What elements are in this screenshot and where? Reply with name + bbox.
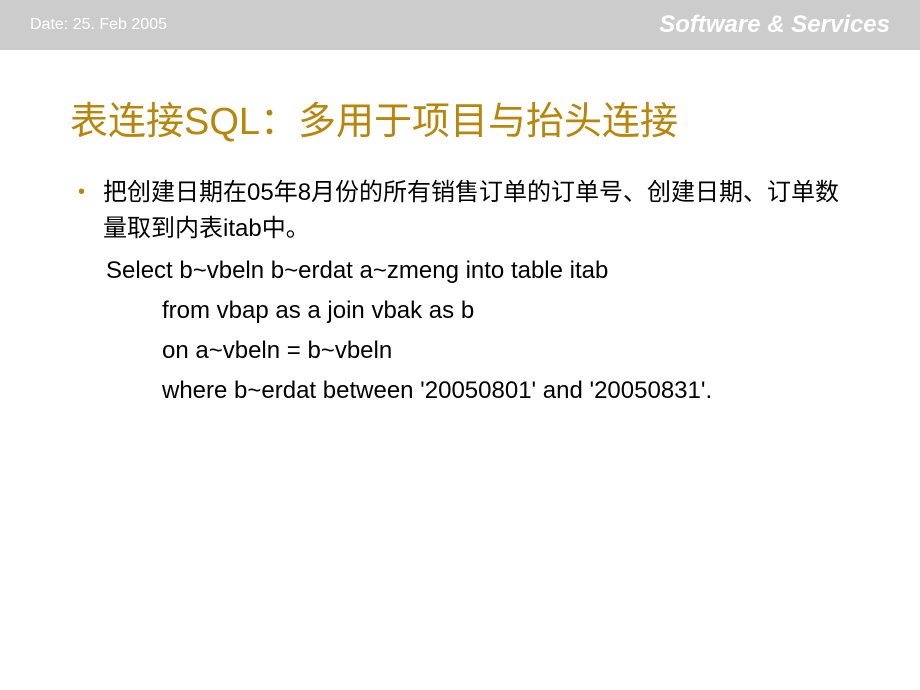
slide-title: 表连接SQL：多用于项目与抬头连接 [70,90,850,145]
code-line-3: on a~vbeln = b~vbeln [106,331,850,371]
code-block: Select b~vbeln b~erdat a~zmeng into tabl… [106,251,850,411]
code-line-1: Select b~vbeln b~erdat a~zmeng into tabl… [106,251,850,291]
header-date: Date: 25. Feb 2005 [30,16,167,34]
bullet-icon: • [78,175,85,209]
bullet-item: • 把创建日期在05年8月份的所有销售订单的订单号、创建日期、订单数量取到内表i… [70,175,850,247]
header-brand: Software & Services [659,11,890,39]
slide-content: 表连接SQL：多用于项目与抬头连接 • 把创建日期在05年8月份的所有销售订单的… [0,50,920,411]
code-line-2: from vbap as a join vbak as b [106,291,850,331]
bullet-text: 把创建日期在05年8月份的所有销售订单的订单号、创建日期、订单数量取到内表ita… [103,175,850,247]
code-line-4: where b~erdat between '20050801' and '20… [106,371,850,411]
header-bar: Date: 25. Feb 2005 Software & Services [0,0,920,50]
